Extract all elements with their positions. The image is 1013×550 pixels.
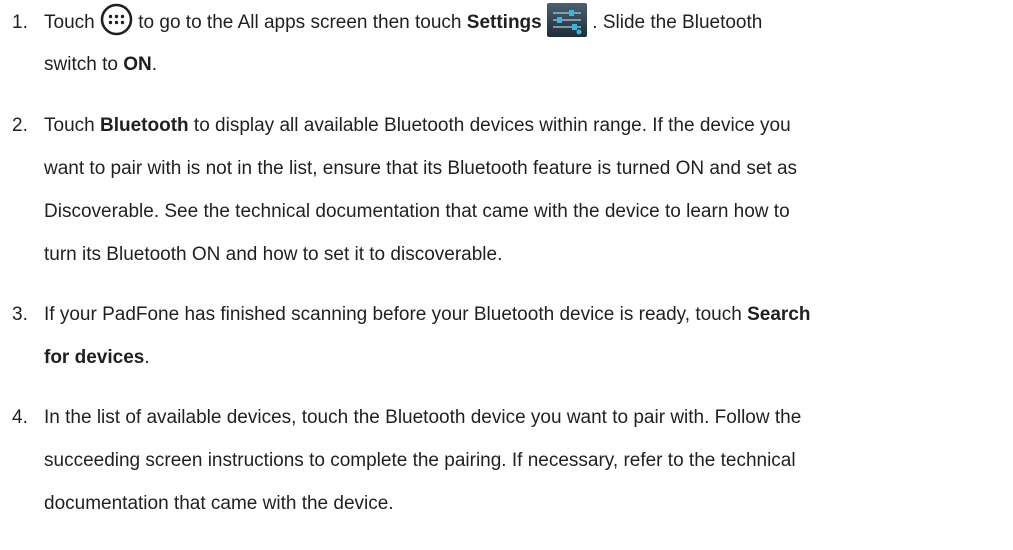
step-text-segment: switch to	[44, 54, 124, 75]
step-text: for devices.	[44, 337, 1004, 379]
step-text: Discoverable. See the technical document…	[44, 201, 790, 222]
settings-icon	[547, 2, 587, 37]
step-text: If your PadFone has finished scanning be…	[44, 294, 1004, 336]
all-apps-icon	[100, 3, 133, 36]
step-text: In the list of available devices, touch …	[44, 407, 802, 428]
step-text: want to pair with is not in the list, en…	[44, 158, 798, 179]
step-bold-term: ON	[123, 54, 152, 75]
step-text-segment: .	[144, 347, 150, 368]
step-text: Touch Bluetooth to display all available…	[44, 105, 1004, 147]
step-text-segment: Touch	[44, 115, 100, 136]
step-number: 2.	[12, 115, 28, 136]
step-text-segment: Touch	[44, 12, 100, 33]
step-text: succeeding screen instructions to comple…	[44, 450, 796, 471]
step-text-segment: to go to the All apps screen then touch	[132, 12, 467, 33]
step-text-segment: . Slide the Bluetooth	[587, 12, 763, 33]
step-text-segment: If your PadFone has finished scanning be…	[44, 304, 748, 325]
step-text: turn its Bluetooth ON and how to set it …	[44, 244, 503, 265]
step-text: documentation that came with the device.	[44, 493, 394, 514]
step-number: 1.	[12, 12, 28, 33]
step-text-segment: to display all available Bluetooth devic…	[188, 115, 791, 136]
step-text-segment: .	[151, 54, 157, 75]
step-bold-term: Bluetooth	[99, 115, 189, 136]
step-bold-term: Settings	[466, 12, 542, 33]
step-bold-term: Search	[747, 304, 811, 325]
step-text: switch to ON.	[44, 44, 1004, 86]
step-bold-term: for devices	[44, 347, 145, 368]
step-number: 3.	[12, 304, 28, 325]
step-number: 4.	[12, 407, 28, 428]
step-text: Touch to go to the All apps screen then …	[44, 2, 1004, 44]
